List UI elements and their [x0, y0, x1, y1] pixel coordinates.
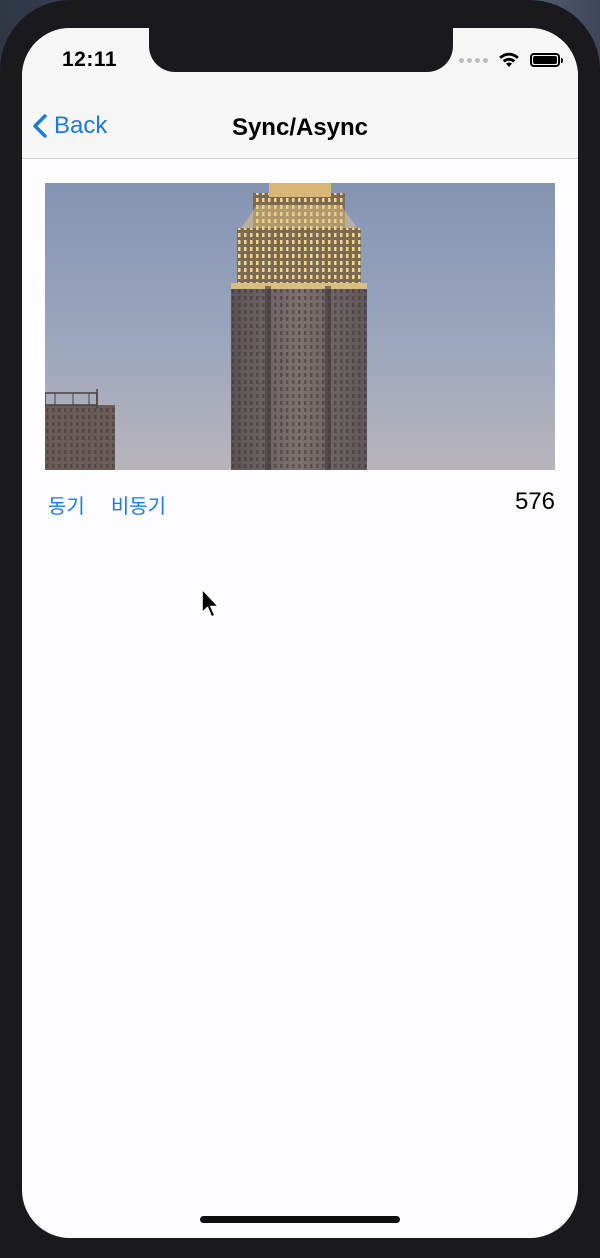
status-bar: 12:11: [22, 28, 578, 100]
mouse-cursor-icon: [201, 588, 220, 618]
battery-icon: [530, 53, 563, 67]
cellular-dots-icon: [459, 57, 488, 63]
count-label: 576: [514, 488, 555, 515]
home-indicator[interactable]: [200, 1216, 400, 1223]
action-buttons: 동기 비동기: [48, 490, 166, 519]
phone-frame: 12:11 Back Sync/Async 동기 비동기 576: [0, 0, 600, 1258]
navigation-bar: Back Sync/Async: [22, 100, 578, 159]
page-title: Sync/Async: [231, 114, 369, 141]
wifi-icon: [499, 52, 519, 67]
empire-state-building-image: [45, 183, 555, 470]
async-button[interactable]: 비동기: [111, 490, 166, 519]
status-time: 12:11: [62, 48, 118, 71]
status-icons: [459, 52, 563, 68]
notch: [149, 28, 453, 72]
phone-screen: 12:11 Back Sync/Async 동기 비동기 576: [22, 28, 578, 1238]
sync-button[interactable]: 동기: [48, 490, 85, 519]
